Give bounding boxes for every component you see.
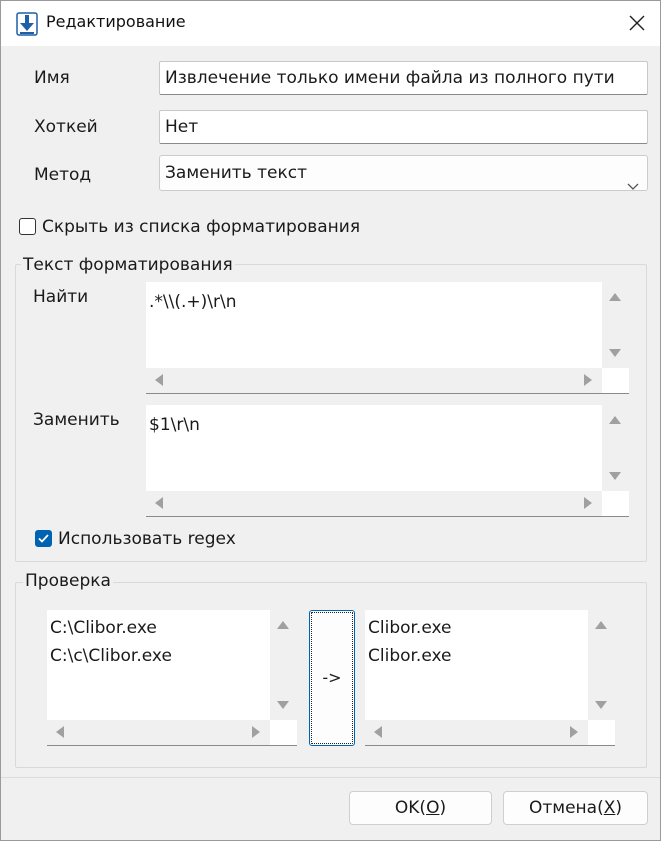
ok-button[interactable]: OK(O) xyxy=(349,791,492,825)
test-input-line-1: C:\Clibor.exe xyxy=(50,618,157,638)
regex-checkbox-label[interactable]: Использовать regex xyxy=(58,529,236,549)
replace-textarea[interactable]: $1\r\n xyxy=(146,405,629,517)
scroll-right-icon[interactable] xyxy=(584,497,592,509)
scroll-down-icon[interactable] xyxy=(609,349,621,357)
find-vertical-scrollbar[interactable] xyxy=(602,282,629,368)
test-output-vertical-scrollbar[interactable] xyxy=(588,610,615,720)
method-select[interactable]: Заменить текст xyxy=(159,155,648,191)
scroll-up-icon[interactable] xyxy=(277,621,289,629)
download-arrow-icon xyxy=(16,12,38,36)
run-test-button[interactable]: -> xyxy=(309,610,355,746)
chevron-down-icon xyxy=(627,169,639,203)
cancel-button-text: Отмена( xyxy=(528,798,604,818)
method-select-value: Заменить текст xyxy=(165,163,307,183)
scroll-right-icon[interactable] xyxy=(584,374,592,386)
method-label: Метод xyxy=(34,165,92,185)
ok-button-accelerator: O xyxy=(426,798,440,818)
format-group-title: Текст форматирования xyxy=(21,255,235,275)
scroll-left-icon[interactable] xyxy=(374,726,382,738)
edit-dialog: Редактирование Имя Извлечение только име… xyxy=(0,0,661,841)
test-input-textarea[interactable]: C:\Clibor.exe C:\c\Clibor.exe xyxy=(47,610,297,746)
cancel-button-text-end: ) xyxy=(615,798,623,818)
hotkey-input-value: Нет xyxy=(165,117,199,137)
test-output-line-1: Clibor.exe xyxy=(368,618,452,638)
replace-horizontal-scrollbar[interactable] xyxy=(146,491,602,516)
test-output-horizontal-scrollbar[interactable] xyxy=(365,720,588,745)
checkmark-icon xyxy=(38,534,49,543)
regex-checkbox[interactable] xyxy=(35,530,52,547)
hide-checkbox[interactable] xyxy=(19,218,36,235)
scroll-right-icon[interactable] xyxy=(570,726,578,738)
test-input-horizontal-scrollbar[interactable] xyxy=(47,720,270,745)
close-button[interactable] xyxy=(614,1,660,46)
hotkey-label: Хоткей xyxy=(34,117,98,137)
cancel-button[interactable]: Отмена(X) xyxy=(503,791,648,825)
replace-text: $1\r\n xyxy=(149,415,200,435)
name-input-value: Извлечение только имени файла из полного… xyxy=(165,68,615,88)
test-input-line-2: C:\c\Clibor.exe xyxy=(50,646,172,666)
footer-separator xyxy=(1,777,660,778)
find-horizontal-scrollbar[interactable] xyxy=(146,368,602,393)
close-icon xyxy=(629,15,645,31)
ok-button-text-end: ) xyxy=(439,798,447,818)
cancel-button-accelerator: X xyxy=(603,798,616,818)
window-title: Редактирование xyxy=(46,12,186,31)
scroll-up-icon[interactable] xyxy=(609,416,621,424)
scroll-down-icon[interactable] xyxy=(595,701,607,709)
scroll-up-icon[interactable] xyxy=(609,293,621,301)
scroll-left-icon[interactable] xyxy=(155,497,163,509)
hide-checkbox-label[interactable]: Скрыть из списка форматирования xyxy=(42,217,360,237)
scroll-left-icon[interactable] xyxy=(155,374,163,386)
find-label: Найти xyxy=(33,287,89,307)
title-bar: Редактирование xyxy=(1,1,660,46)
test-output-line-2: Clibor.exe xyxy=(368,646,452,666)
scroll-right-icon[interactable] xyxy=(252,726,260,738)
hotkey-input[interactable]: Нет xyxy=(159,110,648,144)
replace-label: Заменить xyxy=(33,410,120,430)
replace-vertical-scrollbar[interactable] xyxy=(602,405,629,491)
name-input[interactable]: Извлечение только имени файла из полного… xyxy=(159,61,648,95)
test-input-vertical-scrollbar[interactable] xyxy=(270,610,297,720)
scroll-left-icon[interactable] xyxy=(56,726,64,738)
find-text: .*\\(.+)\r\n xyxy=(149,292,237,312)
check-group-title: Проверка xyxy=(23,571,113,591)
test-output-textarea[interactable]: Clibor.exe Clibor.exe xyxy=(365,610,615,746)
scroll-up-icon[interactable] xyxy=(595,621,607,629)
ok-button-text: OK( xyxy=(394,798,427,818)
scroll-down-icon[interactable] xyxy=(277,701,289,709)
scroll-down-icon[interactable] xyxy=(609,472,621,480)
find-textarea[interactable]: .*\\(.+)\r\n xyxy=(146,282,629,394)
name-label: Имя xyxy=(34,68,70,88)
